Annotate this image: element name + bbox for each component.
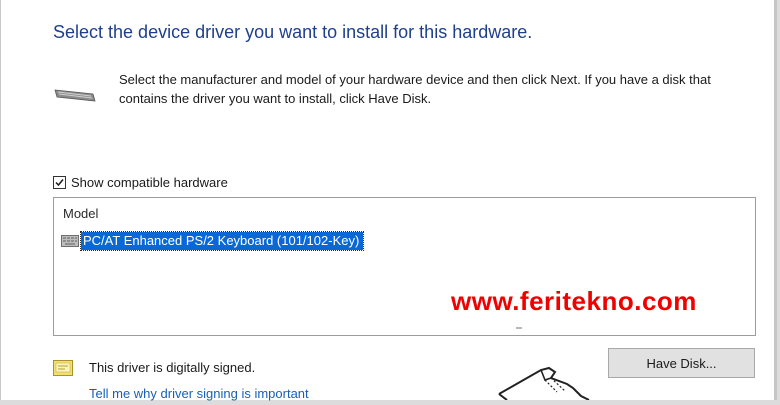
instructions-text: Select the manufacturer and model of you…	[119, 72, 711, 106]
certificate-icon	[53, 360, 73, 376]
show-compatible-label: Show compatible hardware	[71, 174, 228, 190]
watermark-text: www.feritekno.com	[451, 286, 697, 316]
model-item-label: PC/AT Enhanced PS/2 Keyboard (101/102-Ke…	[79, 231, 365, 251]
driver-signing-link[interactable]: Tell me why driver signing is important	[89, 386, 309, 401]
page-heading: Select the device driver you want to ins…	[53, 22, 533, 42]
show-compatible-checkbox[interactable]: Show compatible hardware	[53, 174, 228, 190]
signing-status-text: This driver is digitally signed.	[89, 360, 256, 375]
have-disk-button[interactable]: Have Disk...	[608, 348, 755, 378]
hand-cursor-icon	[491, 358, 591, 401]
model-column-header: Model	[63, 206, 99, 221]
list-item[interactable]: PC/AT Enhanced PS/2 Keyboard (101/102-Ke…	[61, 231, 365, 251]
keyboard-icon	[61, 234, 79, 248]
select-driver-dialog: Select the device driver you want to ins…	[0, 0, 777, 401]
checkbox-box[interactable]	[53, 175, 66, 189]
list-scroll-indicator	[516, 327, 522, 329]
checkmark-icon	[55, 178, 64, 186]
keyboard-device-icon	[53, 88, 97, 104]
